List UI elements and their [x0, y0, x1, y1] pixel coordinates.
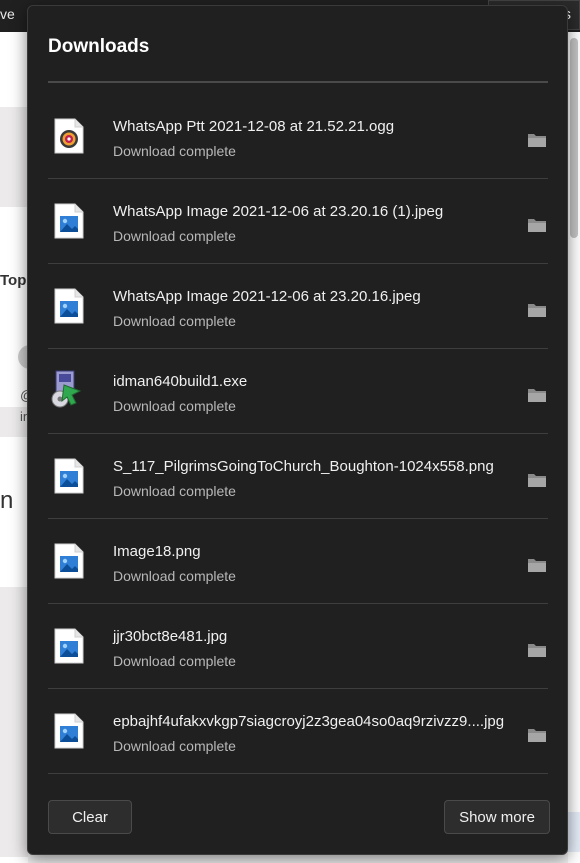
downloads-list: WhatsApp Ptt 2021-12-08 at 21.52.21.ogg …: [48, 94, 548, 774]
show-more-button[interactable]: Show more: [444, 800, 550, 834]
download-item[interactable]: WhatsApp Image 2021-12-06 at 23.20.16.jp…: [48, 264, 548, 349]
download-status: Download complete: [113, 398, 236, 414]
downloads-panel: Downloads WhatsApp Ptt 2021-12-08 at 21.…: [27, 5, 568, 855]
download-item[interactable]: WhatsApp Image 2021-12-06 at 23.20.16 (1…: [48, 179, 548, 264]
image-file-icon: [54, 288, 84, 324]
image-file-icon: [54, 203, 84, 239]
panel-title: Downloads: [48, 36, 150, 57]
file-name: Image18.png: [113, 543, 201, 560]
background-page-right: [562, 32, 580, 863]
download-status: Download complete: [113, 738, 236, 754]
background-page-left: Topi @ in n: [0, 32, 42, 863]
installer-file-icon: [50, 369, 84, 409]
download-status: Download complete: [113, 228, 236, 244]
file-name: epbajhf4ufakxvkgp7siagcroyj2z3gea04so0aq…: [113, 713, 505, 730]
image-file-icon: [54, 543, 84, 579]
folder-icon[interactable]: [526, 556, 548, 574]
download-item[interactable]: jjr30bct8e481.jpg Download complete: [48, 604, 548, 689]
image-file-icon: [54, 628, 84, 664]
scrollbar-thumb[interactable]: [570, 38, 578, 238]
folder-icon[interactable]: [526, 726, 548, 744]
folder-icon[interactable]: [526, 641, 548, 659]
clear-button[interactable]: Clear: [48, 800, 132, 834]
file-name: idman640build1.exe: [113, 373, 248, 390]
download-status: Download complete: [113, 143, 236, 159]
background-band: [0, 587, 28, 857]
folder-icon[interactable]: [526, 301, 548, 319]
file-name: S_117_PilgrimsGoingToChurch_Boughton-102…: [113, 458, 494, 475]
folder-icon[interactable]: [526, 471, 548, 489]
download-item[interactable]: WhatsApp Ptt 2021-12-08 at 21.52.21.ogg …: [48, 94, 548, 179]
download-item[interactable]: S_117_PilgrimsGoingToChurch_Boughton-102…: [48, 434, 548, 519]
file-name: WhatsApp Image 2021-12-06 at 23.20.16 (1…: [113, 203, 444, 220]
background-band: [0, 107, 28, 207]
file-name: jjr30bct8e481.jpg: [113, 628, 228, 645]
background-text-fragment: n: [0, 487, 14, 514]
download-status: Download complete: [113, 568, 236, 584]
audio-file-icon: [54, 118, 84, 154]
folder-icon[interactable]: [526, 386, 548, 404]
file-name: WhatsApp Image 2021-12-06 at 23.20.16.jp…: [113, 288, 421, 305]
folder-icon[interactable]: [526, 216, 548, 234]
background-text-fragment: Topi: [0, 272, 31, 289]
download-status: Download complete: [113, 483, 236, 499]
download-status: Download complete: [113, 653, 236, 669]
download-item[interactable]: Image18.png Download complete: [48, 519, 548, 604]
folder-icon[interactable]: [526, 131, 548, 149]
top-bar-text-fragment: ve: [0, 6, 15, 22]
image-file-icon: [54, 713, 84, 749]
title-divider: [48, 81, 548, 83]
download-item[interactable]: idman640build1.exe Download complete: [48, 349, 548, 434]
file-name: WhatsApp Ptt 2021-12-08 at 21.52.21.ogg: [113, 118, 395, 135]
download-item[interactable]: epbajhf4ufakxvkgp7siagcroyj2z3gea04so0aq…: [48, 689, 548, 774]
download-status: Download complete: [113, 313, 236, 329]
image-file-icon: [54, 458, 84, 494]
